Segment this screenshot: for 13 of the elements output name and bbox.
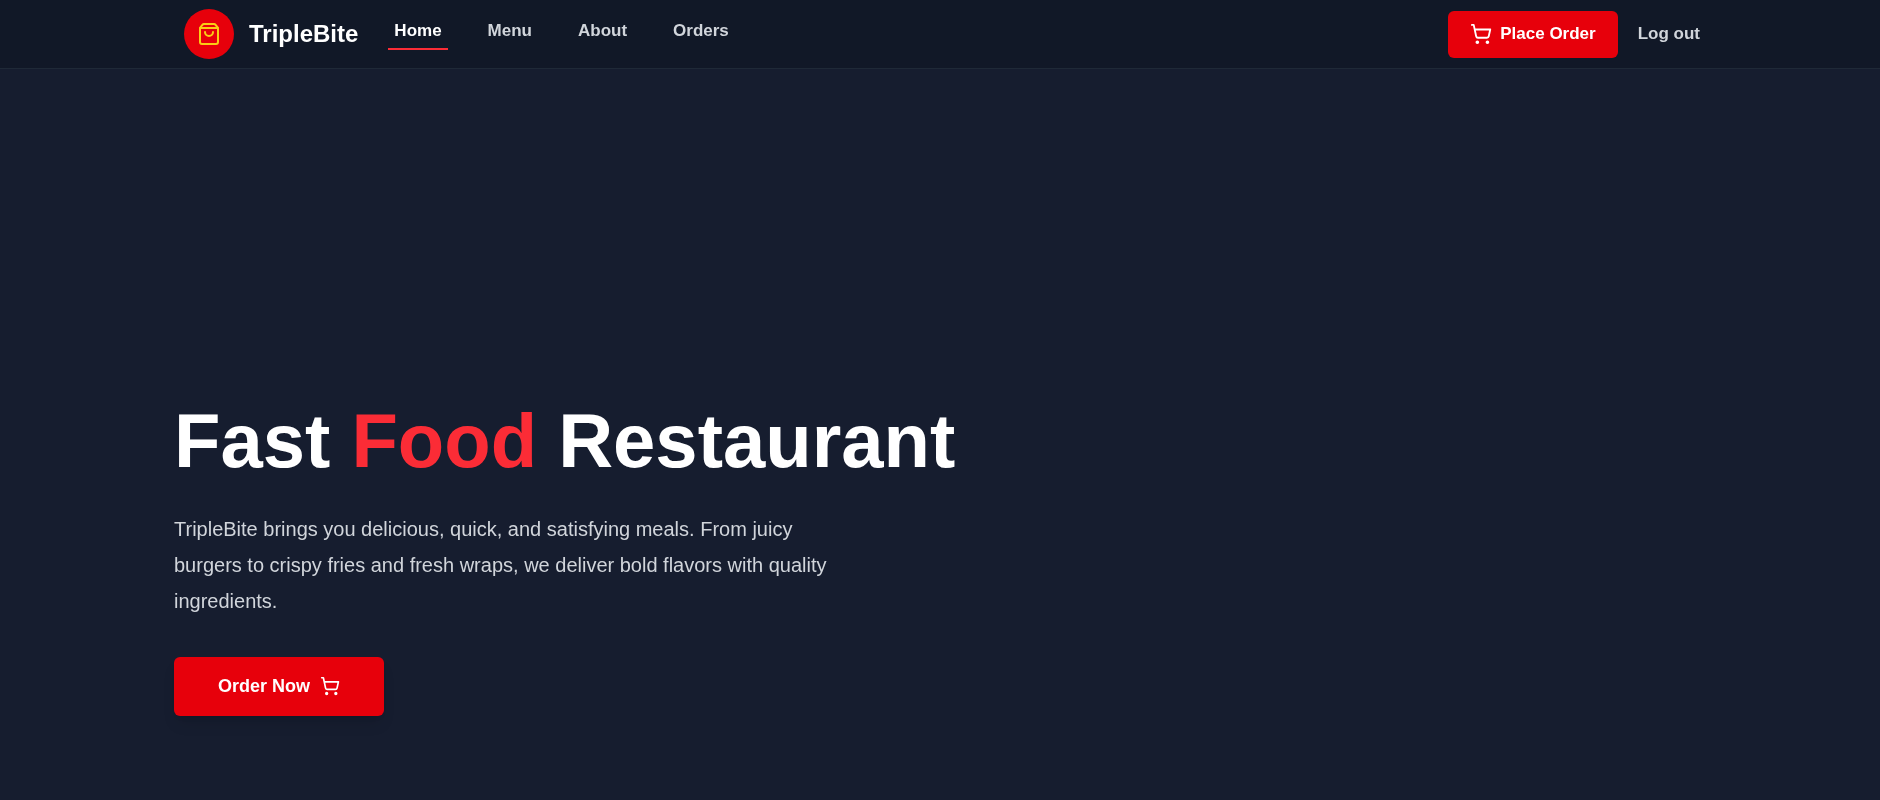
nav-link[interactable]: Menu <box>481 18 538 50</box>
shopping-bag-icon <box>197 22 221 46</box>
brand-name: TripleBite <box>249 19 359 49</box>
hero-title: Fast Food Restaurant <box>174 399 956 483</box>
cart-icon <box>1470 23 1493 45</box>
nav-link[interactable]: About <box>572 18 634 50</box>
nav-link[interactable]: Orders <box>667 18 735 50</box>
order-now-button[interactable]: Order Now <box>174 656 384 716</box>
hero-description: TripleBite brings you delicious, quick, and satisfying meals. From juicy burgers to crispy fries and fresh wraps, we deliver bold flavors with quality ingredients. <box>174 516 828 614</box>
place-order-button[interactable]: Place Order <box>1448 10 1618 58</box>
nav-link[interactable]: Home <box>388 18 448 50</box>
cart-icon <box>320 676 340 697</box>
logout-link[interactable]: Log out <box>1637 21 1700 47</box>
